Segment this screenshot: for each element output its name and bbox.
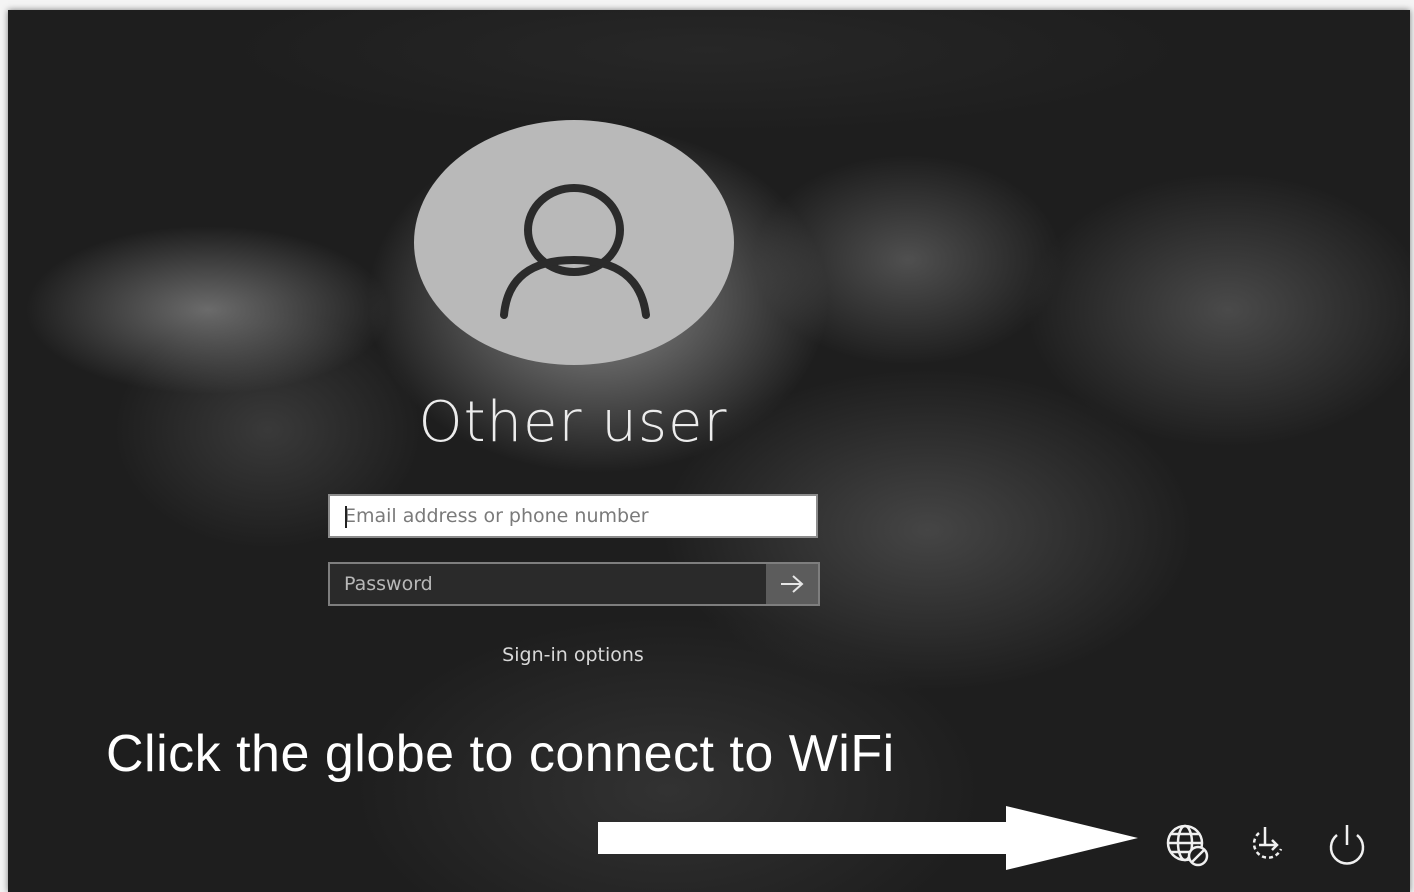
annotation-caption: Click the globe to connect to WiFi [106,725,895,783]
email-input[interactable] [330,496,816,536]
power-icon [1329,825,1365,865]
power-button[interactable] [1320,820,1374,870]
password-input[interactable] [330,564,766,604]
network-globe-button[interactable] [1160,820,1214,870]
annotation-arrow-icon [598,806,1138,870]
person-icon [500,184,650,319]
user-avatar [414,120,734,365]
lock-screen: Other user Sign-in options Click the glo… [8,10,1410,892]
submit-button[interactable] [766,564,818,604]
user-name-label: Other user [418,390,728,455]
ease-of-access-icon [1252,827,1283,859]
password-field[interactable] [328,562,820,606]
email-field[interactable] [328,494,818,538]
text-caret [345,506,347,528]
network-globe-icon [1166,824,1209,867]
sign-in-options-link[interactable]: Sign-in options [428,644,718,666]
ease-of-access-button[interactable] [1240,820,1294,870]
arrow-right-icon [781,575,804,593]
